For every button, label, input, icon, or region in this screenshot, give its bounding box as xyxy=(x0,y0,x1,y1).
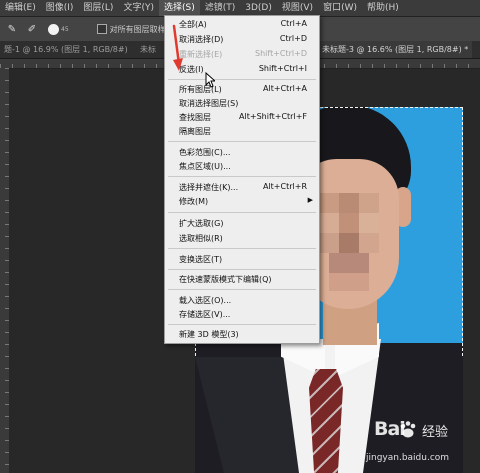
menu-item-label: 载入选区(O)... xyxy=(179,296,232,305)
menu-item-similar[interactable]: 选取相似(R) xyxy=(165,231,319,245)
menu-item-modify[interactable]: 修改(M) ▶ xyxy=(165,194,319,208)
menu-item-deselect-layers[interactable]: 取消选择图层(S) xyxy=(165,96,319,110)
menu-item-shortcut: Shift+Ctrl+I xyxy=(258,64,307,73)
mouse-cursor-icon xyxy=(205,72,215,88)
menu-view[interactable]: 视图(V) xyxy=(277,0,318,16)
menu-item-label: 全部(A) xyxy=(179,20,207,29)
menu-item-label: 扩大选取(G) xyxy=(179,219,224,228)
menu-item-shortcut: Ctrl+A xyxy=(280,19,307,28)
menu-select[interactable]: 选择(S) xyxy=(158,0,200,16)
menu-item-grow[interactable]: 扩大选取(G) xyxy=(165,216,319,230)
menu-item-label: 选择并遮住(K)... xyxy=(179,183,239,192)
menu-item-shortcut: Alt+Ctrl+A xyxy=(263,84,307,93)
menu-item-shortcut: Alt+Ctrl+R xyxy=(262,182,307,191)
paw-logo-icon xyxy=(400,421,416,438)
tab-document-3[interactable]: 未标题-3 @ 16.6% (图层 1, RGB/8#) * xyxy=(318,41,473,58)
menu-item-label: 重新选择(E) xyxy=(179,50,223,59)
vertical-ruler xyxy=(0,68,9,473)
menu-item-label: 选取相似(R) xyxy=(179,234,223,243)
baidu-watermark: Bai 经验 jingyan.baidu.com xyxy=(366,418,476,472)
menu-type[interactable]: 文字(Y) xyxy=(118,0,159,16)
menu-3d[interactable]: 3D(D) xyxy=(240,0,277,16)
menu-item-new-3d-model[interactable]: 新建 3D 模型(3) xyxy=(165,327,319,341)
menu-item-label: 新建 3D 模型(3) xyxy=(179,330,239,339)
tie xyxy=(309,369,343,473)
menu-separator xyxy=(168,248,316,249)
brush-add-icon[interactable]: ✎ xyxy=(4,21,20,37)
select-dropdown-menu: 全部(A) Ctrl+A 取消选择(D) Ctrl+D 重新选择(E) Shift+C… xyxy=(164,15,320,344)
menu-item-inverse[interactable]: 反选(I) Shift+Ctrl+I xyxy=(165,62,319,76)
menu-item-quick-mask[interactable]: 在快速蒙版模式下编辑(Q) xyxy=(165,272,319,286)
menu-window[interactable]: 窗口(W) xyxy=(318,0,362,16)
menu-layer[interactable]: 图层(L) xyxy=(78,0,118,16)
menu-item-label: 存储选区(V)... xyxy=(179,310,231,319)
menu-item-deselect[interactable]: 取消选择(D) Ctrl+D xyxy=(165,32,319,46)
menu-separator xyxy=(168,79,316,80)
menu-item-label: 所有图层(L) xyxy=(179,85,222,94)
menu-item-reselect[interactable]: 重新选择(E) Shift+Ctrl+D xyxy=(165,47,319,61)
menu-item-label: 查找图层 xyxy=(179,113,211,122)
tab-document-1[interactable]: 题-1 @ 16.9% (图层 1, RGB/8#) xyxy=(0,41,132,58)
sample-all-layers-checkbox[interactable] xyxy=(96,24,107,34)
menu-item-isolate-layers[interactable]: 隔离图层 xyxy=(165,124,319,138)
menu-item-color-range[interactable]: 色彩范围(C)... xyxy=(165,145,319,159)
watermark-url: jingyan.baidu.com xyxy=(366,453,450,463)
menu-item-all-layers[interactable]: 所有图层(L) Alt+Ctrl+A xyxy=(165,82,319,96)
menu-separator xyxy=(168,324,316,325)
menu-separator xyxy=(168,269,316,270)
submenu-arrow-icon: ▶ xyxy=(307,196,313,204)
menu-item-label: 在快速蒙版模式下编辑(Q) xyxy=(179,275,272,284)
menu-item-select-and-mask[interactable]: 选择并遮住(K)... Alt+Ctrl+R xyxy=(165,180,319,194)
menu-item-label: 变换选区(T) xyxy=(179,255,223,264)
menu-item-focus-area[interactable]: 焦点区域(U)... xyxy=(165,159,319,173)
menu-item-shortcut: Alt+Shift+Ctrl+F xyxy=(239,112,307,121)
brush-preview[interactable] xyxy=(48,23,59,35)
menu-separator xyxy=(168,176,316,177)
menu-item-label: 色彩范围(C)... xyxy=(179,148,231,157)
menu-item-shortcut: Ctrl+D xyxy=(279,34,307,43)
menu-item-label: 隔离图层 xyxy=(179,127,211,136)
menu-separator xyxy=(168,141,316,142)
menu-item-transform-selection[interactable]: 变换选区(T) xyxy=(165,252,319,266)
menu-filter[interactable]: 滤镜(T) xyxy=(200,0,241,16)
menu-item-shortcut: Shift+Ctrl+D xyxy=(255,49,307,58)
menu-item-label: 修改(M) xyxy=(179,197,209,206)
menu-item-label: 取消选择(D) xyxy=(179,35,224,44)
menu-image[interactable]: 图像(I) xyxy=(41,0,79,16)
brush-subtract-icon[interactable]: ✐ xyxy=(24,21,40,37)
menu-separator xyxy=(168,289,316,290)
menu-help[interactable]: 帮助(H) xyxy=(362,0,404,16)
menu-edit[interactable]: 编辑(E) xyxy=(0,0,41,16)
menu-item-find-layers[interactable]: 查找图层 Alt+Shift+Ctrl+F xyxy=(165,110,319,124)
tab-document-2[interactable]: 未标 xyxy=(136,41,160,58)
sample-all-layers-label: 对所有图层取样 xyxy=(109,24,166,34)
menu-item-label: 焦点区域(U)... xyxy=(179,162,231,171)
menu-item-select-all[interactable]: 全部(A) Ctrl+A xyxy=(165,17,319,31)
red-arrow-icon xyxy=(172,24,183,71)
menu-item-load-selection[interactable]: 载入选区(O)... xyxy=(165,293,319,307)
menu-item-label: 取消选择图层(S) xyxy=(179,99,239,108)
menu-separator xyxy=(168,212,316,213)
watermark-brand-cn: 经验 xyxy=(422,425,449,440)
brush-size-value: 45 xyxy=(61,25,69,33)
menu-item-save-selection[interactable]: 存储选区(V)... xyxy=(165,307,319,321)
